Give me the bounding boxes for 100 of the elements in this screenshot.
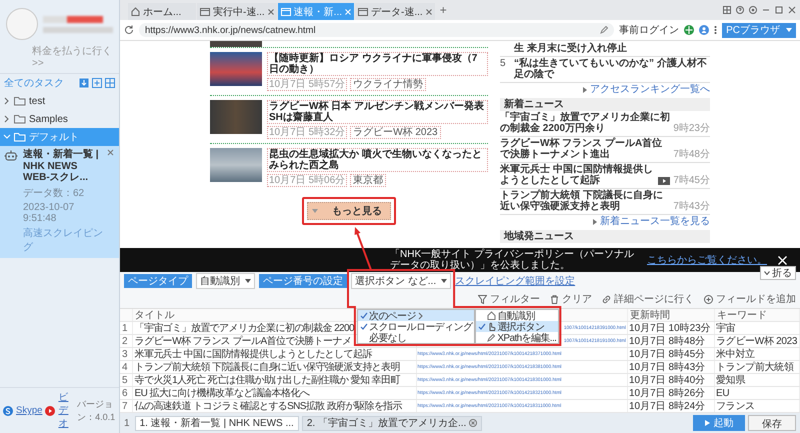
range-link[interactable]: スクレイピング範囲を設定	[455, 274, 576, 288]
video-link[interactable]: ビデオ	[58, 391, 74, 430]
page-type-select[interactable]: 自動識別	[196, 273, 255, 289]
paging-select[interactable]: 選択ボタン など...	[351, 273, 452, 289]
list-link[interactable]: 新着ニュース一覧を見る	[600, 216, 710, 227]
photo-placeholder	[210, 41, 262, 47]
download-icon[interactable]	[79, 78, 89, 88]
article-title[interactable]: 昆虫の生息域拡大か 噴火で生物いなくなったとみられた西之島	[267, 148, 488, 172]
more-button[interactable]: もっと見る	[307, 202, 391, 220]
window-icon	[358, 8, 368, 16]
plus-circle-icon	[704, 294, 713, 304]
article-time: 10月7日 5時32分	[267, 126, 348, 139]
chevron-down-icon[interactable]	[3, 133, 11, 141]
settings-icon[interactable]	[749, 6, 757, 14]
user-icon[interactable]	[699, 25, 710, 35]
browser-tab[interactable]: データ-速...	[355, 3, 435, 20]
cell-text: EU	[716, 388, 730, 398]
tree-item[interactable]: test	[0, 92, 119, 110]
folder-icon	[14, 96, 26, 106]
menu-item[interactable]: XPathを編集...	[476, 332, 558, 343]
grid-icon[interactable]	[723, 6, 731, 14]
news-time: 7時45分	[673, 175, 710, 186]
paging-label: ページ番号の設定	[259, 274, 347, 288]
row-number: 1	[120, 322, 132, 334]
reload-icon[interactable]	[124, 25, 134, 35]
news-title[interactable]: トランプ前大統領 下院議長に自身に近い保守強硬派支持と表明	[500, 190, 670, 212]
ranking-title[interactable]: 生 来月末に受け入れ停止	[514, 43, 627, 54]
column-header: キーワード	[714, 309, 800, 322]
cell-text: EU 拡大に向け機構改革など議論本格化へ	[134, 388, 310, 398]
article-title[interactable]: ラグビーW杯 日本 アルゼンチン戦メンバー発表 SHは齋藤直人	[267, 100, 488, 124]
cell-text: ラグビーW杯 フランス プールA首位で決勝トーナメ	[134, 336, 352, 346]
video-icon[interactable]	[45, 406, 56, 416]
pencil-icon	[487, 333, 496, 342]
column-header: 更新時間	[628, 309, 714, 322]
row-number: 4	[120, 360, 132, 374]
list-link[interactable]: アクセスランキング一覧へ	[590, 84, 710, 95]
annotation-arrow	[354, 227, 372, 270]
result-tab[interactable]: 2. 「宇宙ゴミ」放置でアメリカ企...	[302, 416, 482, 430]
cell-text: 10月7日 8時24分	[629, 400, 706, 412]
browser-tab[interactable]: ホーム...	[128, 3, 196, 20]
menu-item[interactable]: 選択ボタン	[476, 321, 558, 332]
add-icon[interactable]	[92, 78, 102, 88]
skype-link[interactable]: Skype	[16, 405, 42, 416]
result-tab[interactable]: 1. 速報・新着一覧 | NHK NEWS ...	[134, 416, 299, 430]
cell-text: 10月7日 8時45分	[629, 348, 706, 360]
notice-text: 「NHK一般サイト プライバシーポリシー（パーソナルデータの取り扱い）」を公表しました。	[390, 249, 635, 271]
cell-text: 宇宙	[716, 322, 736, 334]
trash-icon	[550, 294, 559, 304]
blurred-text	[43, 26, 113, 32]
toolbar-action[interactable]: 詳細ページに行く	[602, 292, 694, 306]
pencil-icon[interactable]	[600, 26, 608, 34]
toolbar-action[interactable]: クリア	[550, 292, 592, 306]
news-time: 7時43分	[673, 201, 710, 212]
window-icon	[280, 8, 291, 16]
menu-item[interactable]: 必要なし	[358, 332, 474, 343]
link-icon	[602, 294, 611, 304]
menu-item[interactable]: 次のページ	[358, 310, 474, 321]
check-icon	[478, 323, 486, 330]
caret-icon	[245, 279, 251, 283]
pre-login-link[interactable]: 事前ログイン	[619, 23, 680, 37]
help-icon[interactable]	[736, 6, 744, 14]
triangle-icon	[583, 86, 587, 92]
page-number: 1	[124, 418, 130, 428]
toolbar-action[interactable]: フィルター	[478, 292, 540, 306]
fold-button[interactable]: 折る	[760, 266, 796, 280]
cell-text: ラグビーW杯 2023	[716, 336, 798, 346]
ranking-title[interactable]: “私は生きていてもいいのかな” 介護人材不足の陰で	[514, 58, 710, 80]
notice-link[interactable]: こちらからご覧ください。	[647, 254, 767, 266]
maximize-icon[interactable]	[775, 6, 783, 14]
article-tag[interactable]: ラグビーW杯 2023	[350, 126, 441, 139]
article-title[interactable]: 【随時更新】ロシア ウクライナに軍事侵攻（7日の動き）	[267, 52, 488, 76]
row-number: 6	[120, 386, 132, 400]
news-title[interactable]: 米軍元兵士 中国に国防情報提供しようとしたとして起訴	[500, 164, 656, 186]
news-title[interactable]: 「宇宙ゴミ」放置でアメリカ企業に初の制裁金 2200万円余り	[500, 112, 670, 134]
article-tag[interactable]: ウクライナ情勢	[350, 78, 426, 91]
toolbar-action[interactable]: フィールドを追加	[704, 292, 796, 306]
tree-item[interactable]: Samples	[0, 110, 119, 128]
row-number: 5	[120, 374, 132, 386]
cell-text: トランプ前大統領	[716, 362, 794, 372]
chevron-right-icon[interactable]	[3, 115, 11, 123]
chevron-right-icon[interactable]	[3, 97, 11, 105]
caret-icon	[312, 209, 318, 213]
save-button[interactable]: 保存	[748, 415, 796, 431]
cell-text: 10月7日 8時43分	[629, 362, 706, 372]
news-title[interactable]: ラグビーW杯 フランス プールA首位で決勝トーナメント進出	[500, 138, 670, 160]
menu-item[interactable]: 自動識別	[476, 310, 558, 321]
task-card[interactable]: 速報・新着一覧 | NHK NEWS WEB-スクレ... データ数：62 2023-10-07 9:51:48 高速スクレイピング	[0, 146, 119, 258]
browser-tab[interactable]: 実行中-速...	[197, 3, 277, 20]
cell-text: 寺で火災1人死亡 死亡は住職か助け出した副住職か 愛知 幸田町	[134, 374, 400, 386]
s-logo-icon[interactable]	[3, 406, 13, 416]
menu-item[interactable]: スクロールローディング	[358, 321, 474, 332]
cell-text: フランス	[716, 400, 755, 412]
data-count: データ数：62	[23, 186, 86, 200]
url-field[interactable]: https://www3.nhk.or.jp/news/catnew.html	[139, 23, 614, 37]
photo-placeholder	[210, 100, 262, 134]
section-heading: 地域発ニュース	[500, 230, 710, 243]
new-tab-button[interactable]: +	[436, 3, 451, 17]
more-icon[interactable]	[714, 25, 718, 35]
grid-icon[interactable]	[105, 78, 115, 88]
article-tag[interactable]: 東京都	[350, 174, 386, 187]
